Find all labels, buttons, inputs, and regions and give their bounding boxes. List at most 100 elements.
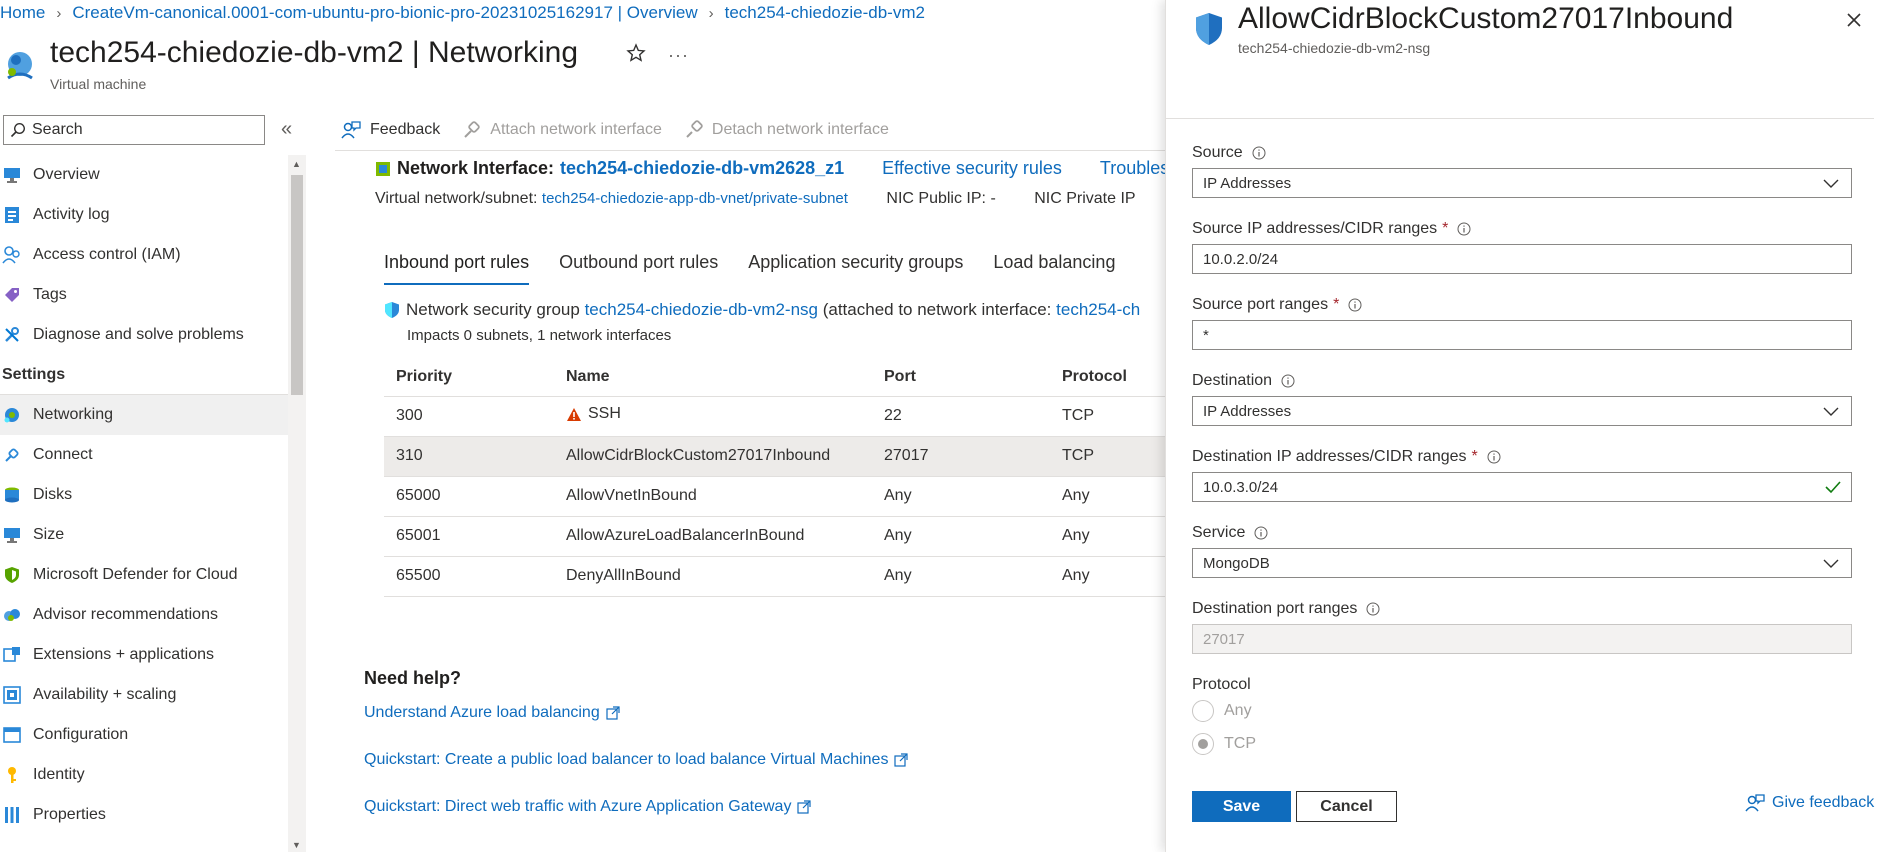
source-port-field[interactable] (1192, 320, 1852, 350)
tab-inbound-port-rules[interactable]: Inbound port rules (384, 252, 530, 285)
sidebar-item-networking[interactable]: Networking (0, 395, 288, 435)
sidebar-item-label: Diagnose and solve problems (33, 326, 244, 343)
effective-security-rules-link[interactable]: Effective security rules (882, 158, 1062, 179)
service-dropdown[interactable]: MongoDB (1192, 548, 1852, 578)
sidebar-item-label: Properties (33, 806, 106, 823)
radio-label: Any (1224, 702, 1252, 719)
table-row[interactable]: 65001 AllowAzureLoadBalancerInBound Any … (384, 516, 1166, 557)
warning-icon (566, 407, 588, 422)
vnet-link[interactable]: tech254-chiedozie-app-db-vnet/private-su… (542, 190, 848, 207)
info-icon[interactable] (1252, 146, 1266, 160)
cell-priority: 65001 (384, 516, 554, 557)
source-port-input[interactable] (1203, 326, 1813, 344)
destination-dropdown[interactable]: IP Addresses (1192, 396, 1852, 426)
sidebar-item-identity[interactable]: Identity (0, 755, 288, 795)
table-row[interactable]: 65000 AllowVnetInBound Any Any (384, 476, 1166, 517)
help-link-public-lb[interactable]: Quickstart: Create a public load balance… (364, 751, 909, 769)
source-label: Source (1192, 144, 1266, 162)
panel-form: Source IP Addresses Source IP addresses/… (1166, 100, 1877, 760)
activity-log-icon (2, 205, 22, 225)
sidebar-item-extensions[interactable]: Extensions + applications (0, 635, 288, 675)
sidebar-scrollbar[interactable]: ▲ ▼ (288, 155, 306, 852)
destination-ip-input[interactable] (1203, 478, 1813, 496)
tab-outbound-port-rules[interactable]: Outbound port rules (559, 252, 718, 285)
nic-private-ip: NIC Private IP (1034, 190, 1136, 207)
close-icon[interactable] (1846, 12, 1862, 28)
chevron-down-icon (1823, 404, 1839, 418)
search-box (3, 115, 265, 145)
sidebar-item-advisor[interactable]: Advisor recommendations (0, 595, 288, 635)
service-label-text: Service (1192, 524, 1246, 541)
help-link-load-balancing[interactable]: Understand Azure load balancing (364, 704, 620, 722)
tab-application-security-groups[interactable]: Application security groups (748, 252, 963, 285)
nsg-attached-nic-link[interactable]: tech254-ch (1056, 300, 1140, 320)
panel-footer: Save Cancel Give feedback (1166, 760, 1877, 852)
sidebar-item-connect[interactable]: Connect (0, 435, 288, 475)
nic-icon (375, 161, 391, 177)
command-bar: Feedback Attach network interface Detach… (340, 115, 911, 145)
source-ip-input[interactable] (1203, 250, 1813, 268)
column-header-name[interactable]: Name (554, 358, 872, 397)
nsg-link[interactable]: tech254-chiedozie-db-vm2-nsg (585, 300, 818, 320)
key-icon (2, 765, 22, 785)
scroll-down-icon[interactable]: ▼ (292, 840, 301, 850)
info-icon[interactable] (1366, 602, 1380, 616)
save-button[interactable]: Save (1192, 791, 1291, 822)
column-header-port[interactable]: Port (872, 358, 1050, 397)
info-icon[interactable] (1254, 526, 1268, 540)
scrollbar-thumb[interactable] (291, 175, 303, 395)
help-link-app-gateway[interactable]: Quickstart: Direct web traffic with Azur… (364, 798, 812, 816)
required-asterisk: * (1333, 296, 1340, 313)
protocol-radio-tcp[interactable]: TCP (1192, 733, 1256, 755)
destination-ip-field[interactable] (1192, 472, 1852, 502)
column-header-protocol[interactable]: Protocol (1050, 358, 1166, 397)
sidebar-item-configuration[interactable]: Configuration (0, 715, 288, 755)
sidebar-item-tags[interactable]: Tags (0, 275, 288, 315)
help-title: Need help? (364, 668, 462, 688)
more-options-icon[interactable]: ··· (668, 45, 689, 66)
info-icon[interactable] (1487, 450, 1501, 464)
table-row-selected[interactable]: 310 AllowCidrBlockCustom27017Inbound 270… (384, 436, 1166, 477)
table-row[interactable]: 65500 DenyAllInBound Any Any (384, 556, 1166, 597)
attach-network-interface-button[interactable]: Attach network interface (462, 120, 662, 140)
source-dropdown[interactable]: IP Addresses (1192, 168, 1852, 198)
sidebar-item-disks[interactable]: Disks (0, 475, 288, 515)
sidebar-item-iam[interactable]: Access control (IAM) (0, 235, 288, 275)
sidebar-item-overview[interactable]: Overview (0, 155, 288, 195)
column-header-priority[interactable]: Priority (384, 358, 554, 397)
required-asterisk: * (1442, 220, 1449, 237)
detach-network-interface-button[interactable]: Detach network interface (684, 120, 889, 140)
scroll-up-icon[interactable]: ▲ (292, 159, 301, 169)
tab-load-balancing[interactable]: Load balancing (993, 252, 1115, 285)
give-feedback-link[interactable]: Give feedback (1744, 793, 1874, 813)
destination-port-label-text: Destination port ranges (1192, 600, 1358, 617)
feedback-icon (1744, 793, 1772, 813)
vnet-line: Virtual network/subnet: tech254-chiedozi… (375, 190, 1136, 208)
sidebar-item-defender[interactable]: Microsoft Defender for Cloud (0, 555, 288, 595)
info-icon[interactable] (1348, 298, 1362, 312)
sidebar-item-label: Extensions + applications (33, 646, 214, 663)
sidebar-item-availability[interactable]: Availability + scaling (0, 675, 288, 715)
collapse-sidebar-icon[interactable]: « (281, 118, 292, 141)
cancel-button[interactable]: Cancel (1296, 791, 1397, 822)
source-ip-field[interactable] (1192, 244, 1852, 274)
breadcrumb-vm[interactable]: tech254-chiedozie-db-vm2 (725, 3, 925, 23)
sidebar-item-properties[interactable]: Properties (0, 795, 288, 835)
star-icon[interactable] (626, 43, 646, 63)
sidebar-item-diagnose[interactable]: Diagnose and solve problems (0, 315, 288, 355)
info-icon[interactable] (1457, 222, 1471, 236)
search-input[interactable] (32, 121, 252, 139)
chevron-right-icon: › (708, 4, 714, 22)
destination-port-field[interactable]: 27017 (1192, 624, 1852, 654)
panel-title: AllowCidrBlockCustom27017Inbound (1238, 2, 1734, 35)
protocol-radio-any[interactable]: Any (1192, 700, 1252, 722)
feedback-button[interactable]: Feedback (340, 120, 440, 140)
source-port-label: Source port ranges * (1192, 296, 1362, 314)
sidebar-item-activity-log[interactable]: Activity log (0, 195, 288, 235)
sidebar-item-size[interactable]: Size (0, 515, 288, 555)
table-row[interactable]: 300 SSH 22 TCP (384, 396, 1166, 437)
info-icon[interactable] (1281, 374, 1295, 388)
breadcrumb-deployment[interactable]: CreateVm-canonical.0001-com-ubuntu-pro-b… (72, 3, 697, 23)
breadcrumb-home[interactable]: Home (0, 3, 45, 23)
nic-name-link[interactable]: tech254-chiedozie-db-vm2628_z1 (560, 158, 844, 179)
